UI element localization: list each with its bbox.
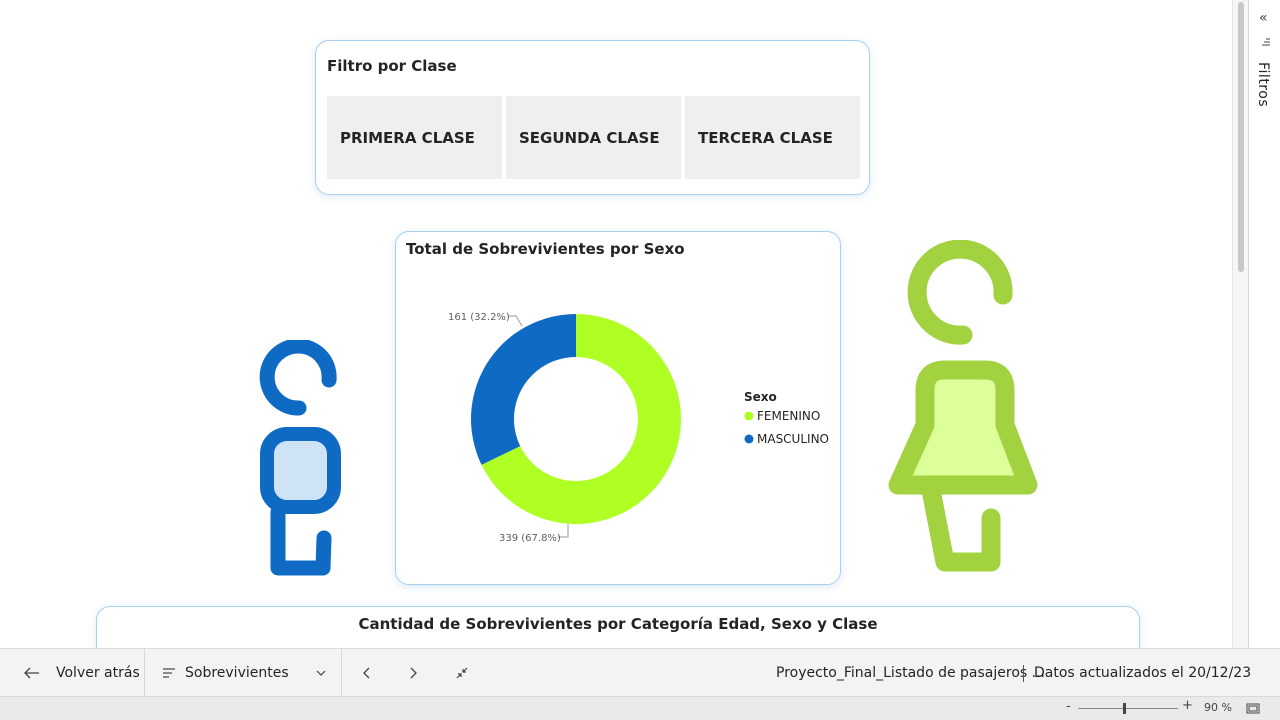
survivors-by-sex-chart[interactable]: Total de Sobrevivientes por Sexo 161 (32… (395, 231, 841, 585)
legend-label-femenino[interactable]: FEMENINO (757, 409, 820, 423)
scrollbar-thumb[interactable] (1238, 2, 1244, 272)
data-label-femenino: 339 (67.8%) (499, 533, 561, 544)
chevron-right-icon (410, 667, 417, 679)
class-filter-slicer: Filtro por Clase PRIMERA CLASE SEGUNDA C… (315, 40, 870, 195)
filter-lines-icon (1262, 38, 1270, 46)
arrow-left-icon (24, 667, 39, 679)
data-updated-label: Datos actualizados el 20/12/23 (1034, 665, 1252, 681)
report-navigation-bar: Volver atrás Sobrevivientes Proyecto_Fin… (0, 648, 1280, 697)
next-page-button[interactable] (410, 649, 418, 697)
zoom-slider-thumb[interactable] (1123, 703, 1126, 714)
filter-option-tercera-clase[interactable]: TERCERA CLASE (685, 96, 860, 179)
back-button[interactable]: Volver atrás (24, 649, 140, 697)
page-list-icon (163, 668, 175, 678)
male-figure-icon (259, 340, 341, 576)
survivors-by-age-sex-class-chart[interactable]: Cantidad de Sobrevivientes por Categoría… (96, 606, 1140, 648)
bottom-chart-title: Cantidad de Sobrevivientes por Categoría… (358, 615, 878, 633)
page-selector-label: Sobrevivientes (185, 665, 289, 681)
legend-label-masculino[interactable]: MASCULINO (757, 432, 829, 446)
collapse-arrows-icon (456, 667, 468, 679)
report-file-name: Proyecto_Final_Listado de pasajeros ... (776, 665, 1045, 681)
previous-page-button[interactable] (362, 649, 370, 697)
filter-title: Filtro por Clase (327, 57, 457, 75)
filter-option-segunda-clase[interactable]: SEGUNDA CLASE (506, 96, 681, 179)
zoom-slider-track[interactable] (1078, 708, 1178, 709)
chevron-left-icon (363, 667, 370, 679)
donut-slice-masculino[interactable] (471, 314, 576, 465)
report-canvas: Filtro por Clase PRIMERA CLASE SEGUNDA C… (0, 0, 1232, 648)
filters-pane-label[interactable]: Filtros (1255, 62, 1271, 107)
filters-pane[interactable]: « Filtros (1248, 0, 1280, 648)
chevron-down-icon (316, 670, 326, 676)
double-chevron-left-icon[interactable]: « (1259, 10, 1268, 26)
female-figure-icon (888, 240, 1038, 572)
donut-chart-svg: 161 (32.2%) 339 (67.8%) Sexo FEMENINO MA… (448, 312, 829, 544)
zoom-out-button[interactable]: - (1066, 699, 1071, 714)
filter-option-primera-clase[interactable]: PRIMERA CLASE (327, 96, 502, 179)
leader-line-masculino (508, 315, 523, 327)
legend-title: Sexo (744, 390, 777, 404)
canvas-scrollbar[interactable] (1232, 0, 1248, 648)
zoom-percentage: 90 % (1204, 701, 1232, 714)
zoom-in-button[interactable]: + (1182, 698, 1193, 713)
back-label: Volver atrás (56, 665, 140, 681)
legend-dot-femenino (744, 411, 754, 421)
legend-dot-masculino (744, 434, 754, 444)
fit-to-page-icon[interactable] (1246, 703, 1260, 714)
zoom-status-bar: - + 90 % (0, 696, 1280, 720)
exit-fullscreen-button[interactable] (455, 649, 469, 697)
data-label-masculino: 161 (32.2%) (448, 312, 510, 323)
page-selector-dropdown[interactable]: Sobrevivientes (162, 649, 330, 697)
